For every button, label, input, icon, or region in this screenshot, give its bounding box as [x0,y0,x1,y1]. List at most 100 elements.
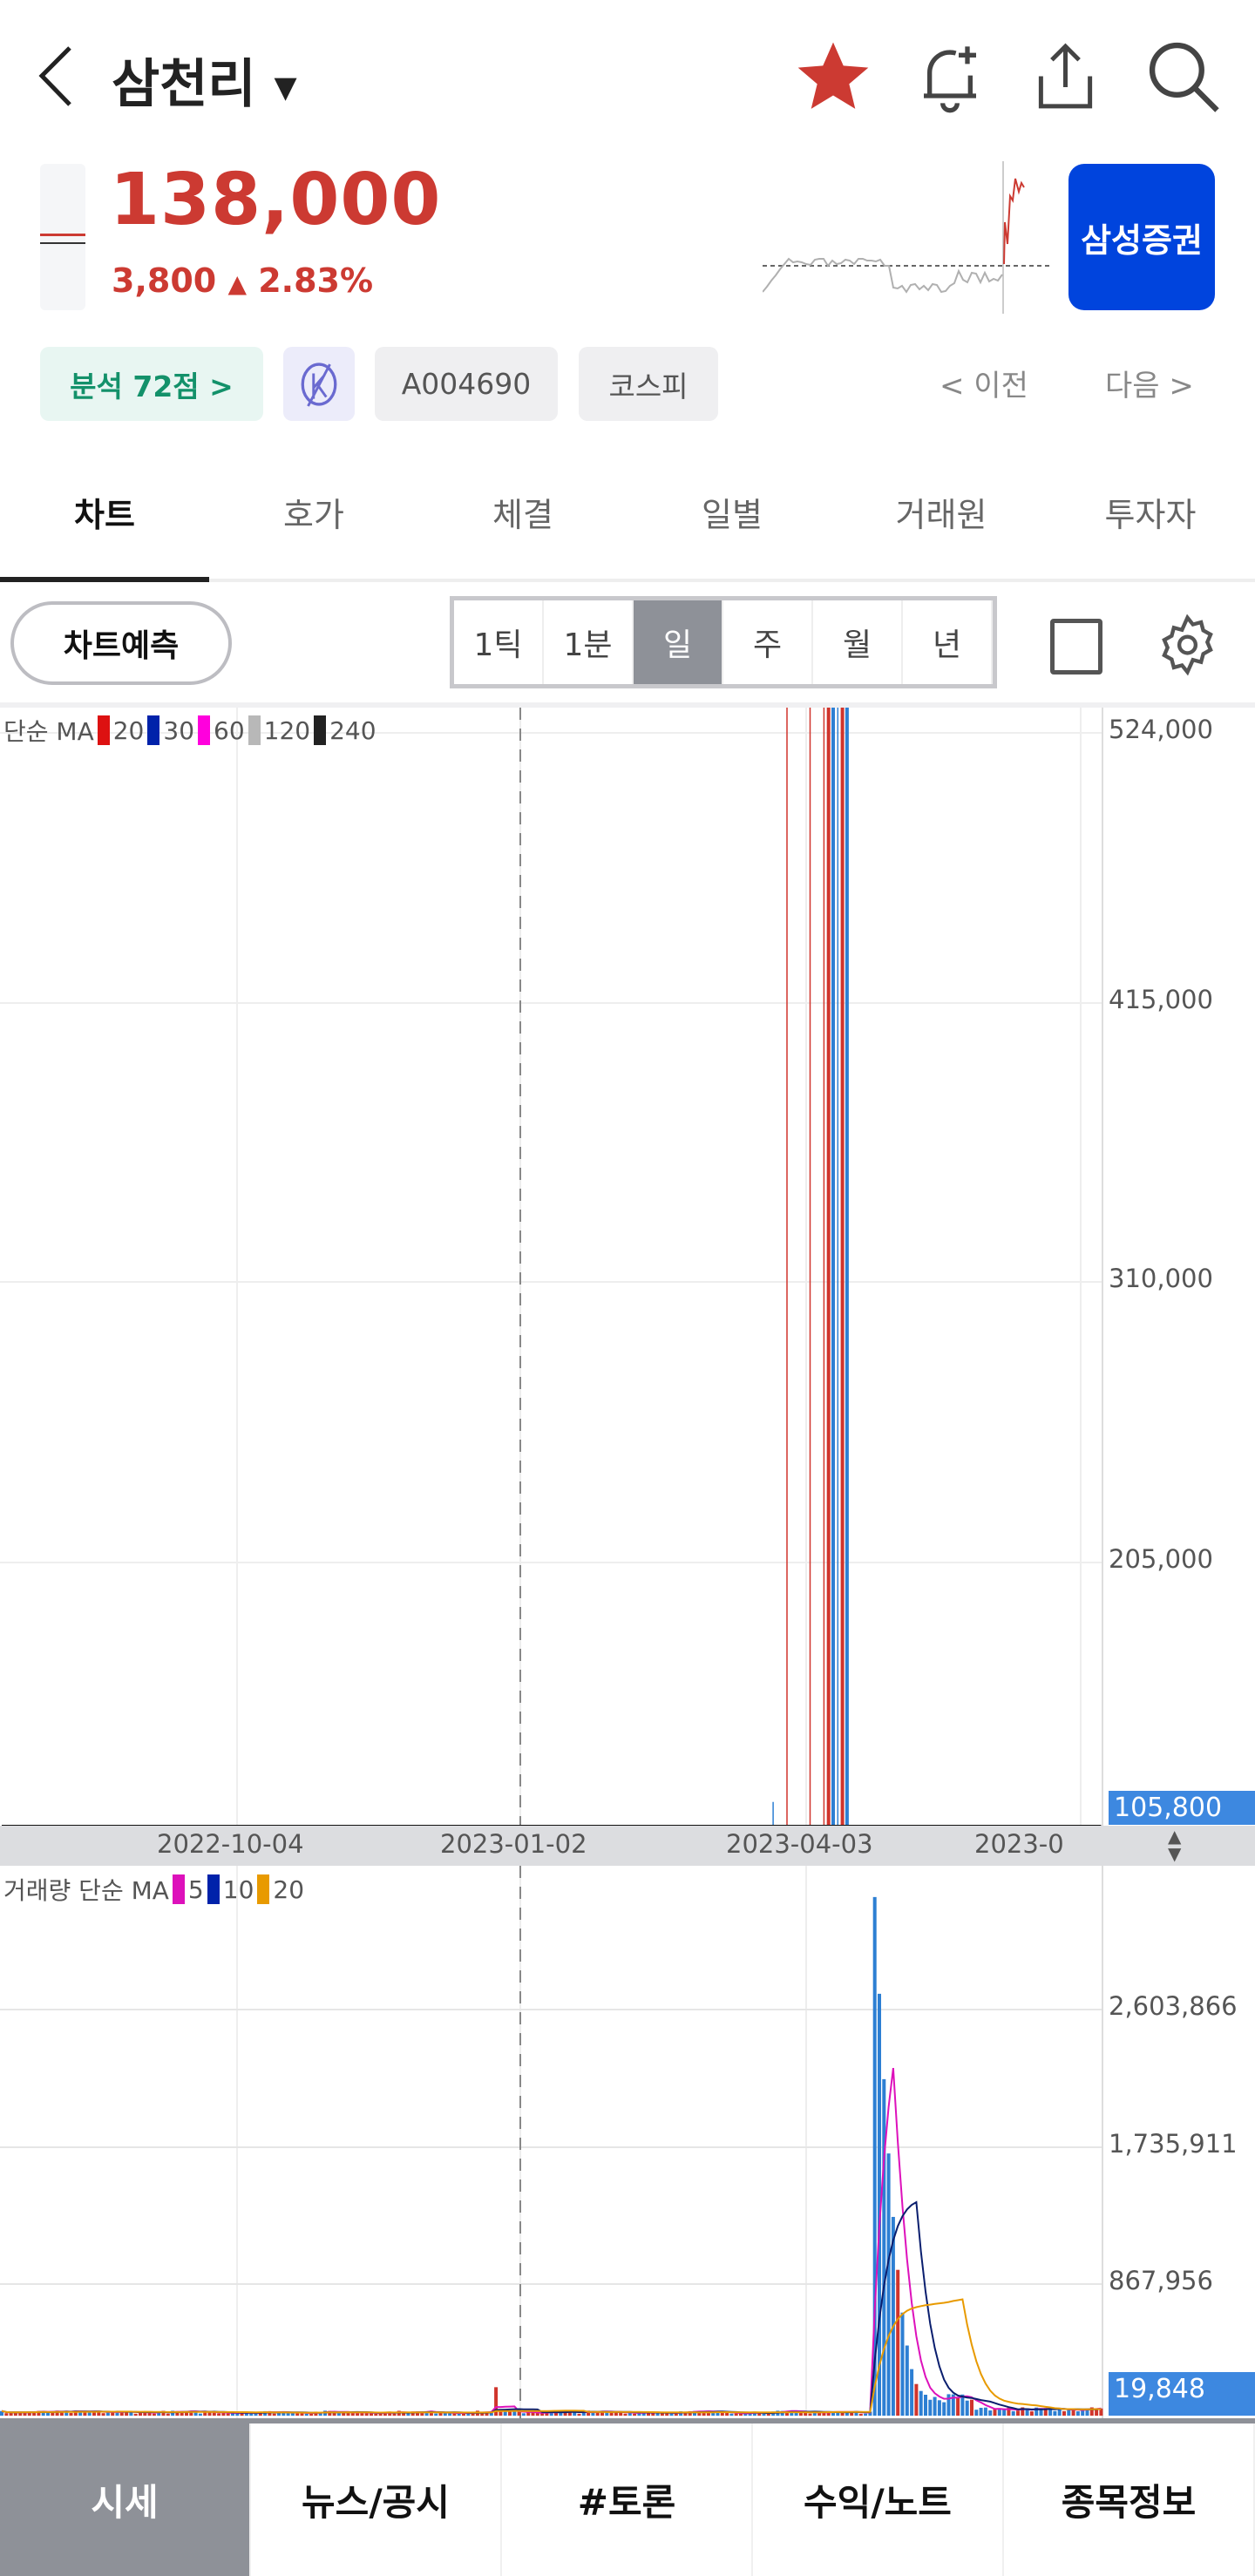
price-axis-label: 310,000 [1109,1264,1213,1293]
ma-period: 120 [263,715,311,745]
volume-bar [1039,2410,1043,2416]
volume-bar [924,2395,927,2416]
analysis-score-chip[interactable]: 분석 72점 > [40,347,263,421]
legend-label: 단순 MA [3,717,94,746]
dropdown-icon[interactable]: ▼ [275,70,297,105]
volume-axis-label: 867,956 [1109,2266,1213,2295]
bottom-nav-item-0[interactable]: 시세 [0,2423,251,2576]
volume-bar [614,2412,618,2416]
stock-code-chip[interactable]: A004690 [375,347,558,421]
ma-swatch-60 [198,715,211,745]
sparkline-today [1003,178,1025,265]
last-price-tag: 105,800 [1109,1791,1255,1825]
bottom-nav-item-3[interactable]: 수익/노트 [753,2423,1004,2576]
favorite-star-icon[interactable] [795,39,872,116]
volume-bar [1002,2410,1007,2416]
volume-chart[interactable] [0,1866,1255,2418]
ma-period: 10 [222,1874,254,1904]
tab-1[interactable]: 호가 [209,488,418,549]
tab-5[interactable]: 투자자 [1046,488,1255,549]
stock-name: 삼천리 [112,54,256,115]
price-axis-label: 524,000 [1109,715,1213,744]
volume-bar [462,2413,465,2416]
volume-bar [133,2413,138,2416]
ma-swatch-240 [314,715,327,745]
volume-bar [1016,2410,1020,2416]
volume-bar [965,2400,969,2416]
bottom-nav-item-1[interactable]: 뉴스/공시 [251,2423,502,2576]
price-ma-legend: 단순 MA 20 30 60 120 240 [3,713,376,748]
bottom-nav-item-2[interactable]: #토론 [502,2423,753,2576]
volume-bar [910,2369,914,2416]
market-chip[interactable]: 코스피 [579,347,718,421]
alarm-add-icon[interactable] [915,39,985,118]
fullscreen-icon[interactable] [1050,619,1102,675]
no-k-icon [301,362,337,407]
period-3[interactable]: 주 [723,600,813,684]
volume-bar [226,2413,230,2416]
date-axis[interactable]: 012022-10-042023-01-022023-04-032023-0 ▲… [0,1826,1255,1866]
price-chart[interactable] [0,708,1255,1826]
up-arrow-icon: ▲ [227,269,247,298]
volume-bar [1053,2410,1057,2416]
scale-toggle-icon[interactable]: ▲ ▼ [1168,1827,1181,1862]
share-icon[interactable] [1033,39,1098,113]
period-1[interactable]: 1분 [544,600,634,684]
no-short-chip[interactable] [283,347,355,421]
next-stock-button[interactable]: 다음 > [1105,362,1194,404]
volume-bar [1011,2410,1015,2416]
volume-bar [997,2409,1001,2416]
volume-bar [443,2413,447,2416]
tab-3[interactable]: 일별 [628,488,837,549]
volume-bar [979,2407,983,2416]
ma-swatch-20 [97,715,110,745]
search-icon[interactable] [1146,39,1220,113]
ma-period: 20 [273,1874,305,1904]
settings-gear-icon[interactable] [1155,610,1220,680]
volume-bar [674,2413,678,2416]
candle [840,708,845,1826]
period-0[interactable]: 1틱 [454,600,544,684]
candle [831,708,835,1826]
prev-stock-button[interactable]: < 이전 [940,362,1028,404]
tab-4[interactable]: 거래원 [837,488,1046,549]
ma-swatch-20 [257,1874,270,1904]
volume-bar [4,2413,9,2416]
chart-predict-button[interactable]: 차트예측 [10,601,232,685]
tab-active-indicator [0,577,209,582]
period-selector: 1틱 1분 일 주 월 년 [450,596,997,688]
tab-0[interactable]: 차트 [0,488,209,549]
volume-ma-legend: 거래량 단순 MA 5 10 20 [3,1872,304,1907]
volume-bar [1029,2411,1034,2416]
volume-bar [406,2413,410,2416]
bottom-nav: 시세 뉴스/공시 #토론 수익/노트 종목정보 [0,2418,1255,2576]
back-icon[interactable] [35,44,78,109]
volume-bar [605,2412,609,2416]
broker-button[interactable]: 삼성증권 [1068,164,1215,310]
volume-bar [526,2412,531,2416]
volume-bar [272,2413,276,2416]
period-5[interactable]: 년 [903,600,993,684]
volume-bar [886,2153,891,2416]
vol-ma5-line [1,2067,1102,2415]
volume-bar [69,2412,73,2416]
tab-2[interactable]: 체결 [418,488,628,549]
ma-swatch-10 [207,1874,220,1904]
period-4[interactable]: 월 [813,600,903,684]
period-2[interactable]: 일 [634,600,723,684]
volume-bar [51,2412,55,2416]
volume-bar [993,2409,997,2416]
bottom-nav-item-4[interactable]: 종목정보 [1004,2423,1255,2576]
change-percent: 2.83% [258,261,374,300]
candle [845,708,849,1826]
volume-bar [914,2383,919,2416]
stock-title[interactable]: 삼천리 ▼ [112,42,297,118]
legend-label: 거래량 단순 MA [3,1876,169,1905]
volume-bar [152,2413,156,2416]
volume-bar [1067,2410,1071,2416]
volume-bar [896,2269,900,2416]
volume-bar [937,2400,941,2416]
date-label: 2023-01-02 [440,1829,587,1859]
ma-swatch-30 [147,715,160,745]
volume-bar [623,2413,628,2416]
